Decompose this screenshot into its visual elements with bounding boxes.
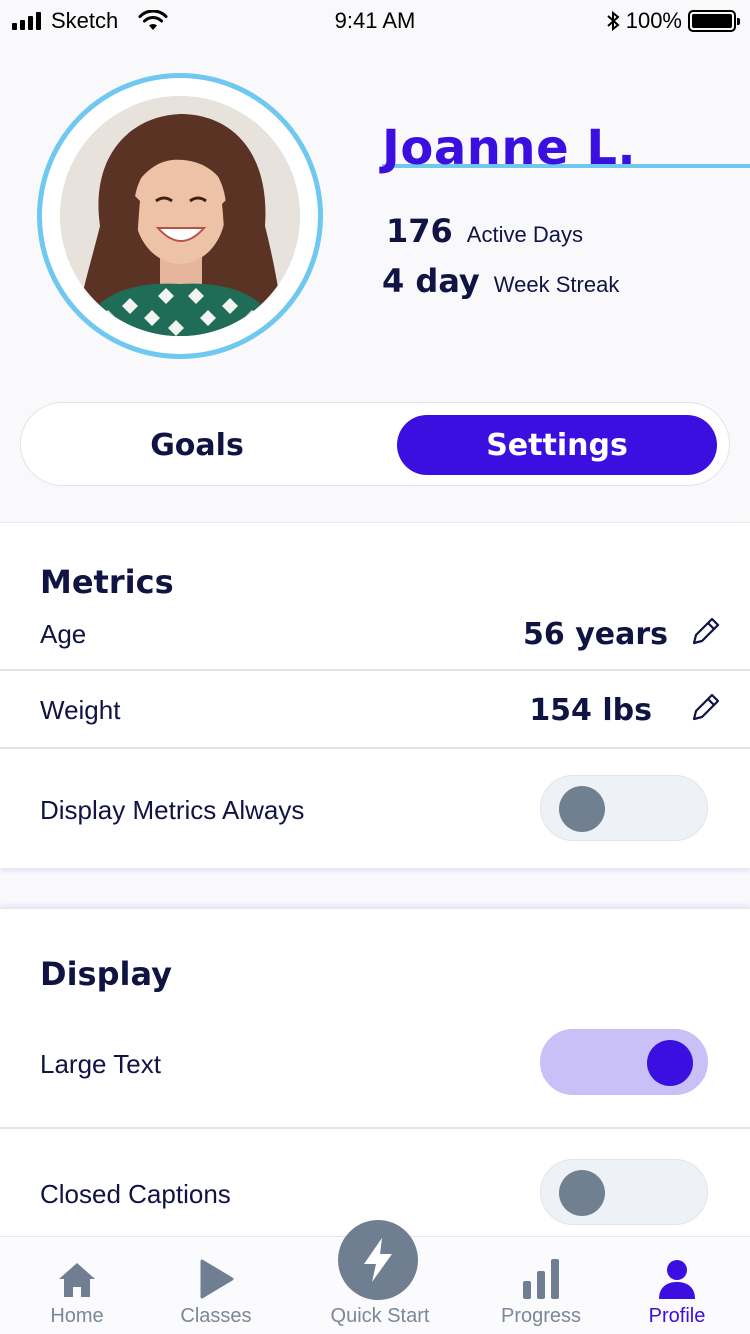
- stat-value: 176: [386, 212, 453, 250]
- person-icon: [659, 1260, 695, 1299]
- display-metrics-toggle[interactable]: [540, 775, 708, 841]
- tab-label: Profile: [648, 1305, 706, 1327]
- tab-label: Quick Start: [330, 1305, 430, 1327]
- quick-start-button[interactable]: [338, 1220, 418, 1300]
- avatar-photo: [60, 96, 300, 336]
- stat-active-days: 176 Active Days: [386, 212, 583, 250]
- metrics-title: Metrics: [40, 563, 174, 601]
- toggle-knob: [559, 786, 605, 832]
- status-bar: Sketch 9:41 AM 100%: [0, 0, 750, 40]
- tab-label: Home: [50, 1305, 104, 1327]
- tab-home[interactable]: Home: [12, 1237, 142, 1334]
- large-text-toggle[interactable]: [540, 1029, 708, 1095]
- lightning-icon: [364, 1238, 392, 1282]
- status-right: 100%: [606, 8, 740, 34]
- weight-label: Weight: [40, 695, 121, 725]
- tab-profile[interactable]: Profile: [612, 1237, 742, 1334]
- stat-label: Week Streak: [493, 272, 620, 297]
- divider: [0, 1127, 750, 1129]
- avatar-ring: [37, 73, 323, 359]
- divider: [0, 747, 750, 749]
- large-text-label: Large Text: [40, 1049, 161, 1079]
- metrics-card: Metrics Age 56 years Weight 154 lbs Disp…: [0, 522, 750, 868]
- age-label: Age: [40, 619, 87, 649]
- play-icon: [200, 1259, 234, 1299]
- avatar[interactable]: [60, 96, 300, 336]
- profile-name: Joanne L.: [382, 120, 637, 176]
- stat-week-streak: 4 day Week Streak: [382, 262, 619, 300]
- bar-chart-icon: [523, 1259, 559, 1299]
- battery-percent: 100%: [625, 8, 682, 33]
- segmented-control: Goals Settings: [20, 402, 730, 486]
- display-title: Display: [40, 955, 172, 993]
- tab-label: Progress: [500, 1305, 582, 1327]
- tab-goals[interactable]: Goals: [37, 415, 357, 475]
- tab-progress[interactable]: Progress: [476, 1237, 606, 1334]
- tab-settings[interactable]: Settings: [397, 415, 717, 475]
- edit-weight-pencil-icon[interactable]: [688, 691, 722, 725]
- toggle-knob: [647, 1040, 693, 1086]
- home-icon: [59, 1263, 95, 1297]
- edit-age-pencil-icon[interactable]: [688, 615, 722, 649]
- stat-label: Active Days: [466, 222, 583, 247]
- closed-captions-label: Closed Captions: [40, 1179, 231, 1209]
- toggle-knob: [559, 1170, 605, 1216]
- stat-value: 4 day: [382, 262, 480, 300]
- closed-captions-toggle[interactable]: [540, 1159, 708, 1225]
- tab-classes[interactable]: Classes: [151, 1237, 281, 1334]
- bluetooth-icon: [607, 10, 620, 32]
- profile-name-block: Joanne L.: [382, 120, 750, 176]
- battery-icon: [688, 10, 740, 32]
- divider: [0, 669, 750, 671]
- display-metrics-label: Display Metrics Always: [40, 795, 305, 825]
- display-card: Display Large Text Closed Captions: [0, 908, 750, 1248]
- weight-value: 154 lbs: [529, 693, 652, 728]
- age-value: 56 years: [523, 617, 668, 652]
- tab-label: Classes: [180, 1305, 252, 1327]
